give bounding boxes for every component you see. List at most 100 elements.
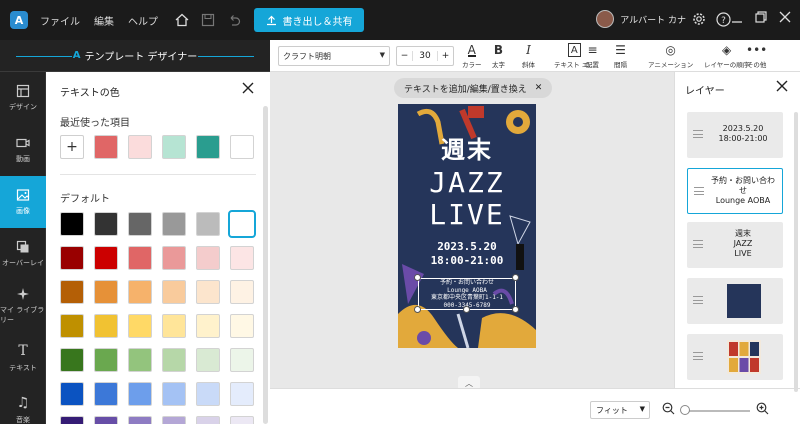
default-color-swatch[interactable] <box>230 382 254 406</box>
tool-text-color[interactable]: A カラー <box>462 43 482 69</box>
resize-handle-bottom-mid[interactable] <box>463 306 470 313</box>
tool-more[interactable]: ••• その他 <box>746 43 767 69</box>
layer-item-title[interactable]: 週末 JAZZ LIVE <box>687 222 783 268</box>
recent-color-swatch[interactable] <box>196 135 220 159</box>
default-color-swatch[interactable] <box>128 416 152 424</box>
settings-gear-icon[interactable] <box>690 10 708 28</box>
font-size-minus-button[interactable]: − <box>397 51 412 61</box>
default-color-swatch[interactable] <box>128 280 152 304</box>
default-color-swatch[interactable] <box>162 246 186 270</box>
recent-color-swatch[interactable] <box>128 135 152 159</box>
default-color-swatch[interactable] <box>162 416 186 424</box>
recent-color-swatch[interactable] <box>230 135 254 159</box>
resize-handle-top-right[interactable] <box>512 274 519 281</box>
sidebar-item-music[interactable]: ♫ 音楽 <box>0 384 46 424</box>
default-color-swatch[interactable] <box>60 314 84 338</box>
default-color-swatch[interactable] <box>60 348 84 372</box>
default-color-swatch[interactable] <box>196 314 220 338</box>
sidebar-item-image[interactable]: 画像 <box>0 176 46 228</box>
default-color-swatch[interactable] <box>230 348 254 372</box>
default-color-swatch[interactable] <box>162 212 186 236</box>
font-size-value[interactable]: 30 <box>412 51 438 61</box>
drag-handle-icon[interactable] <box>693 296 703 304</box>
default-color-swatch[interactable] <box>196 212 220 236</box>
layer-item-shape[interactable] <box>687 278 783 324</box>
default-color-swatch[interactable] <box>94 246 118 270</box>
default-color-swatch[interactable] <box>128 246 152 270</box>
layer-item-background[interactable] <box>687 334 783 380</box>
default-color-swatch[interactable] <box>162 382 186 406</box>
default-color-swatch[interactable] <box>94 280 118 304</box>
user-account[interactable]: アルバート カナ <box>596 10 686 28</box>
save-icon[interactable] <box>200 12 216 28</box>
default-color-swatch[interactable] <box>60 416 84 424</box>
drag-handle-icon[interactable] <box>693 130 703 138</box>
layer-scrollbar[interactable] <box>794 112 798 392</box>
sidebar-item-overlay[interactable]: オーバーレイ <box>0 228 46 280</box>
font-select[interactable]: クラフト明朝 ▼ <box>278 46 390 66</box>
default-color-swatch[interactable] <box>94 348 118 372</box>
zoom-out-icon[interactable] <box>662 402 675 418</box>
close-window-icon[interactable] <box>778 10 792 27</box>
recent-color-swatch[interactable] <box>162 135 186 159</box>
default-color-swatch[interactable] <box>230 246 254 270</box>
zoom-slider-knob[interactable] <box>680 405 690 415</box>
canvas-hint-pill[interactable]: テキストを追加/編集/置き換え ✕ <box>394 78 553 98</box>
resize-handle-bottom-left[interactable] <box>414 306 421 313</box>
tool-align[interactable]: ≡ 配置 <box>586 43 599 69</box>
default-color-swatch[interactable] <box>228 210 256 238</box>
layer-item-contact[interactable]: 予約・お問い合わ せ Lounge AOBA <box>687 168 783 214</box>
default-color-swatch[interactable] <box>162 348 186 372</box>
panel-scrollbar[interactable] <box>263 106 268 424</box>
default-color-swatch[interactable] <box>60 212 84 236</box>
menu-file[interactable]: ファイル <box>40 13 80 28</box>
drag-handle-icon[interactable] <box>693 352 703 360</box>
tool-layer-order[interactable]: ◈ レイヤーの順序 <box>704 43 749 69</box>
zoom-fit-select[interactable]: フィット ▼ <box>590 401 650 419</box>
default-color-swatch[interactable] <box>230 280 254 304</box>
tool-bold[interactable]: B 太字 <box>492 43 505 69</box>
layer-item-date[interactable]: 2023.5.20 18:00-21:00 <box>687 112 783 158</box>
default-color-swatch[interactable] <box>128 348 152 372</box>
menu-help[interactable]: ヘルプ <box>128 13 158 28</box>
font-size-plus-button[interactable]: + <box>438 51 453 61</box>
zoom-slider-track[interactable] <box>682 410 750 412</box>
add-color-button[interactable]: + <box>60 135 84 159</box>
default-color-swatch[interactable] <box>60 382 84 406</box>
undo-icon[interactable] <box>226 12 242 28</box>
recent-color-swatch[interactable] <box>94 135 118 159</box>
sidebar-item-library[interactable]: マイ ライブラリー <box>0 280 46 332</box>
default-color-swatch[interactable] <box>128 212 152 236</box>
default-color-swatch[interactable] <box>94 416 118 424</box>
default-color-swatch[interactable] <box>94 382 118 406</box>
default-color-swatch[interactable] <box>196 382 220 406</box>
default-color-swatch[interactable] <box>196 348 220 372</box>
drag-handle-icon[interactable] <box>694 187 704 195</box>
default-color-swatch[interactable] <box>162 280 186 304</box>
sidebar-item-video[interactable]: 動画 <box>0 124 46 176</box>
default-color-swatch[interactable] <box>162 314 186 338</box>
sidebar-item-design[interactable]: デザイン <box>0 72 46 124</box>
default-color-swatch[interactable] <box>230 416 254 424</box>
export-share-button[interactable]: 書き出し＆共有 <box>254 8 364 32</box>
default-color-swatch[interactable] <box>196 246 220 270</box>
default-color-swatch[interactable] <box>94 212 118 236</box>
poster-canvas[interactable]: 週末 JAZZ LIVE 2023.5.20 18:00-21:00 予約・お問… <box>398 104 536 348</box>
default-color-swatch[interactable] <box>196 280 220 304</box>
tool-animation[interactable]: ◎ アニメーション <box>648 43 693 69</box>
panel-close-icon[interactable] <box>242 82 256 96</box>
resize-handle-top-left[interactable] <box>414 274 421 281</box>
hint-close-icon[interactable]: ✕ <box>535 83 543 93</box>
default-color-swatch[interactable] <box>60 280 84 304</box>
zoom-in-icon[interactable] <box>756 402 769 418</box>
default-color-swatch[interactable] <box>128 314 152 338</box>
default-color-swatch[interactable] <box>60 246 84 270</box>
layer-close-icon[interactable] <box>776 80 790 94</box>
menu-edit[interactable]: 編集 <box>94 13 114 28</box>
default-color-swatch[interactable] <box>94 314 118 338</box>
default-color-swatch[interactable] <box>230 314 254 338</box>
tool-spacing[interactable]: ☰ 間隔 <box>614 43 627 69</box>
resize-handle-bottom-right[interactable] <box>512 306 519 313</box>
home-icon[interactable] <box>174 12 190 28</box>
default-color-swatch[interactable] <box>128 382 152 406</box>
